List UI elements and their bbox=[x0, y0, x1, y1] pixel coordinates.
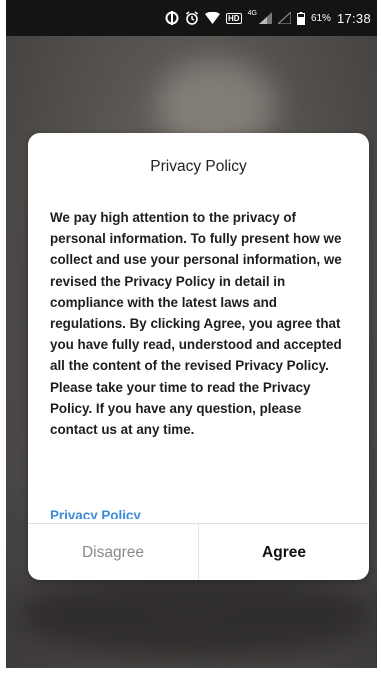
background-blur-dark bbox=[16, 570, 376, 660]
data-sync-icon bbox=[165, 11, 179, 25]
disagree-button[interactable]: Disagree bbox=[28, 524, 199, 580]
privacy-policy-link[interactable]: Privacy Policy bbox=[50, 505, 141, 519]
dialog-body-text: We pay high attention to the privacy of … bbox=[50, 210, 342, 438]
wifi-icon bbox=[205, 12, 221, 24]
network-type-label: 4G bbox=[247, 9, 257, 17]
hd-badge-icon: HD bbox=[226, 12, 242, 24]
signal-icon bbox=[258, 12, 272, 24]
status-time: 17:38 bbox=[336, 10, 371, 26]
status-icons: HD 4G 61% 17:38 bbox=[165, 0, 371, 36]
battery-percentage: 61% bbox=[310, 12, 331, 24]
status-bar: HD 4G 61% 17:38 bbox=[6, 0, 377, 36]
agree-button[interactable]: Agree bbox=[199, 524, 369, 580]
dialog-button-row: Disagree Agree bbox=[28, 523, 369, 580]
app-background: HD 4G 61% 17:38 Privacy Policy We pay hi… bbox=[6, 0, 377, 668]
alarm-icon bbox=[185, 11, 199, 25]
dialog-title: Privacy Policy bbox=[150, 158, 247, 175]
signal-empty-icon bbox=[277, 12, 291, 24]
privacy-policy-dialog: Privacy Policy We pay high attention to … bbox=[28, 133, 369, 580]
screen: HD 4G 61% 17:38 Privacy Policy We pay hi… bbox=[0, 0, 381, 674]
battery-icon bbox=[296, 11, 305, 25]
